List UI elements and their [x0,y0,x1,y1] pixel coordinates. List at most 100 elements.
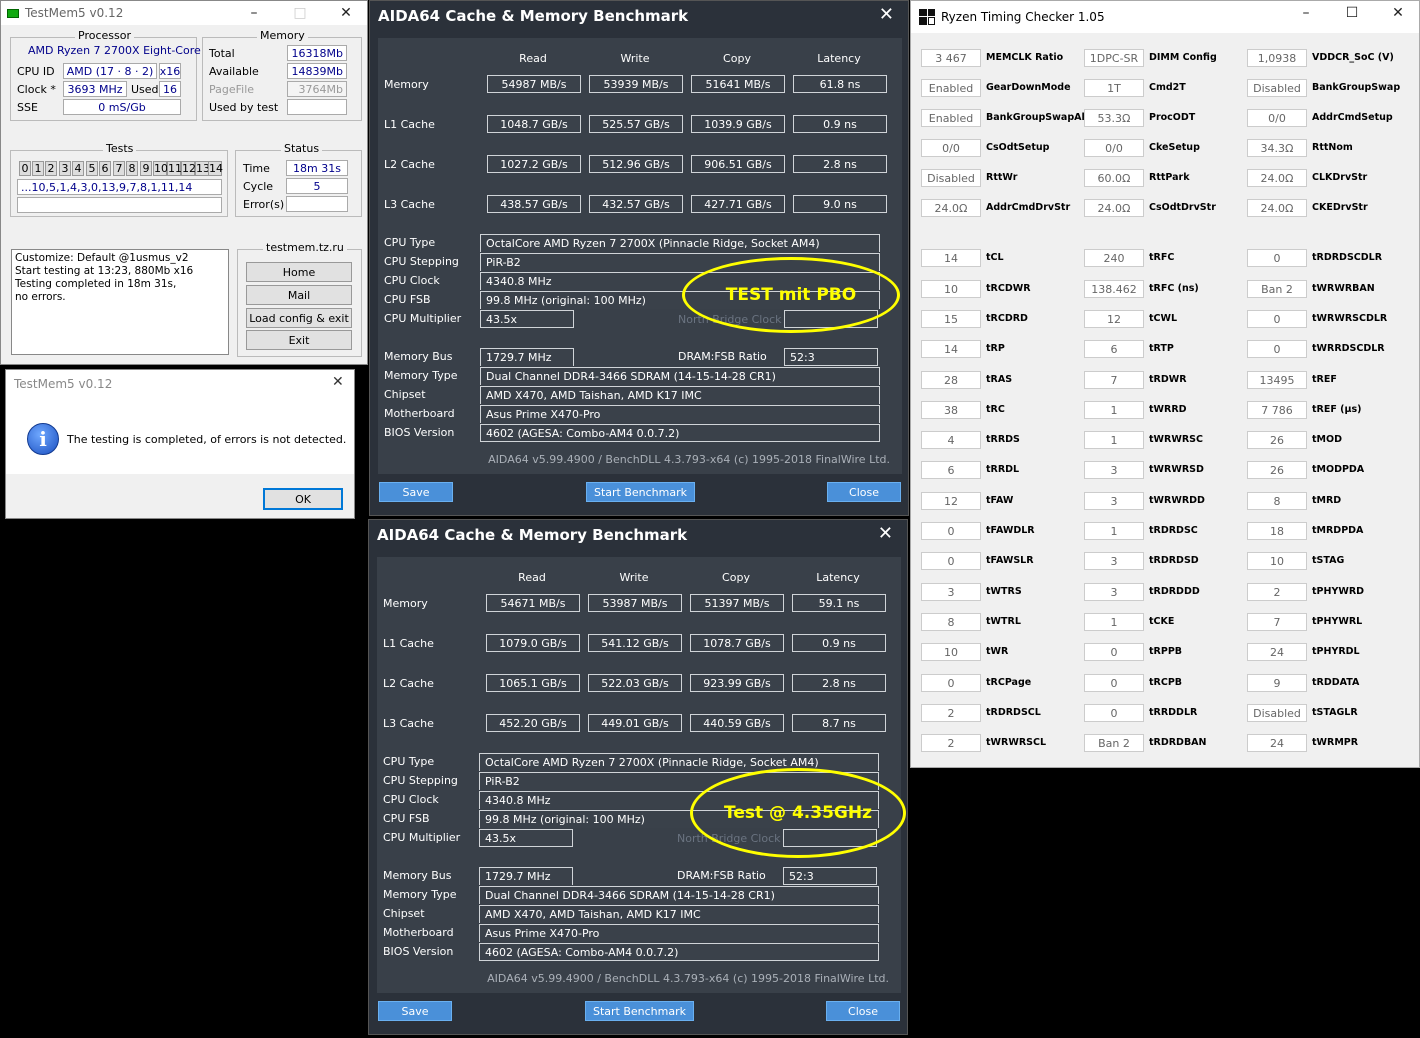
cpu-id-field: AMD (17 · 8 · 2) [63,63,157,79]
membus-label: Memory Bus [383,869,452,882]
cpu-mult-label: CPU Multiplier [383,831,461,844]
timing-value: Disabled [921,169,981,187]
timing-value: 0 [1084,704,1144,722]
dram-fsb-ratio-label: DRAM:FSB Ratio [678,350,767,363]
aida-footer: AIDA64 v5.99.4900 / BenchDLL 4.3.793-x64… [487,972,889,985]
chipset-label: Chipset [383,907,425,920]
save-button[interactable]: Save [379,482,453,502]
minimize-button[interactable]: – [231,1,277,25]
close-button[interactable]: Close [826,1001,900,1021]
mail-button[interactable]: Mail [246,285,352,305]
log-box[interactable]: Customize: Default @1usmus_v2 Start test… [11,249,229,355]
test-cell: 9 [140,161,152,176]
timing-value: 18 [1247,522,1307,540]
timing-name: tMODPDA [1312,464,1365,475]
aida-title: AIDA64 Cache & Memory Benchmark [378,7,689,25]
timing-value: 8 [921,613,981,631]
timing-value: 24.0Ω [1247,199,1307,217]
aida-close-icon[interactable]: ✕ [879,4,894,25]
rtc-titlebar: Ryzen Timing Checker 1.05 – ☐ ✕ [911,1,1419,33]
close-button[interactable]: ✕ [323,1,369,25]
exit-button[interactable]: Exit [246,330,352,350]
timing-name: tREF [1312,374,1337,385]
start-benchmark-button[interactable]: Start Benchmark [586,482,695,502]
cpu-fsb-label: CPU FSB [384,293,431,306]
timing-name: RttPark [1149,172,1190,183]
row-label: L3 Cache [383,717,434,730]
timing-name: tRCDWR [986,283,1031,294]
sse-label: SSE [17,101,38,114]
site-link[interactable]: testmem.tz.ru [263,241,347,254]
benchmark-value: 512.96 GB/s [589,155,683,173]
close-button[interactable]: Close [827,482,901,502]
benchmark-value: 906.51 GB/s [691,155,785,173]
bios-value: 4602 (AGESA: Combo-AM4 0.0.7.2) [479,943,879,961]
benchmark-value: 8.7 ns [792,714,886,732]
ok-button[interactable]: OK [263,488,343,510]
timing-name: CKEDrvStr [1312,202,1368,213]
errors-field [286,196,348,212]
aida-close-icon[interactable]: ✕ [878,523,893,544]
home-button[interactable]: Home [246,262,352,282]
benchmark-value: 1078.7 GB/s [690,634,784,652]
cpu-type-value: OctalCore AMD Ryzen 7 2700X (Pinnacle Ri… [480,234,880,252]
timing-value: 6 [1084,340,1144,358]
cpu-name: AMD Ryzen 7 2700X Eight-Core [28,44,201,57]
start-benchmark-button[interactable]: Start Benchmark [585,1001,694,1021]
test-cell: 4 [72,161,84,176]
timing-value: Ban 2 [1247,280,1307,298]
mobo-value: Asus Prime X470-Pro [480,405,880,423]
timing-value: 0 [1247,340,1307,358]
maximize-button[interactable]: □ [277,1,323,25]
rtc-close-button[interactable]: ✕ [1375,1,1420,25]
timing-value: 1 [1084,613,1144,631]
used-by-test-label: Used by test [209,101,279,114]
row-label: L3 Cache [384,198,435,211]
benchmark-value: 54671 MB/s [486,594,580,612]
timing-name: tRCPB [1149,677,1183,688]
dialog-close-icon[interactable]: ✕ [332,374,344,390]
timing-name: CsOdtSetup [986,142,1050,153]
benchmark-value: 427.71 GB/s [691,195,785,213]
annotation-ellipse: Test @ 4.35GHz [690,768,906,858]
timing-name: tRDRDSCL [986,707,1041,718]
timing-value: 60.0Ω [1084,169,1144,187]
benchmark-value: 2.8 ns [792,674,886,692]
timing-name: tREF (µs) [1312,404,1362,415]
timing-name: tWRWRDD [1149,495,1205,506]
load-config-button[interactable]: Load config & exit [246,308,352,328]
timing-name: tWTRL [986,616,1021,627]
clock-field: 3693 MHz [63,81,127,97]
rtc-maximize-button[interactable]: ☐ [1329,1,1375,25]
benchmark-value: 1027.2 GB/s [487,155,581,173]
used-field: 16 [159,81,181,97]
benchmark-value: 0.9 ns [793,115,887,133]
timing-name: tMOD [1312,434,1342,445]
timing-value: 53.3Ω [1084,109,1144,127]
benchmark-value: 53987 MB/s [588,594,682,612]
rtc-minimize-button[interactable]: – [1283,1,1329,25]
test-cell: 5 [86,161,98,176]
timing-value: Disabled [1247,704,1307,722]
timing-value: 0/0 [921,139,981,157]
timing-value: 10 [921,280,981,298]
errors-label: Error(s) [243,198,285,211]
available-field: 14839Mb [287,63,347,79]
mobo-value: Asus Prime X470-Pro [479,924,879,942]
aida-panel: Read Write Copy Latency Memory 54987 MB/s 5393… [378,38,902,474]
benchmark-value: 432.57 GB/s [589,195,683,213]
timing-name: tWRWRSD [1149,464,1204,475]
column-header: Write [619,571,649,584]
timing-name: tWRMPR [1312,737,1359,748]
timing-name: tPHYWRD [1312,586,1365,597]
timing-value: 24 [1247,734,1307,752]
timing-value: 4 [921,431,981,449]
timing-name: CLKDrvStr [1312,172,1368,183]
membus-value: 1729.7 MHz [480,348,574,366]
bios-label: BIOS Version [383,945,454,958]
cpu-step-label: CPU Stepping [384,255,459,268]
timing-value: 3 [1084,461,1144,479]
save-button[interactable]: Save [378,1001,452,1021]
cpu-mult-label: CPU Multiplier [384,312,462,325]
timing-value: 3 [921,583,981,601]
